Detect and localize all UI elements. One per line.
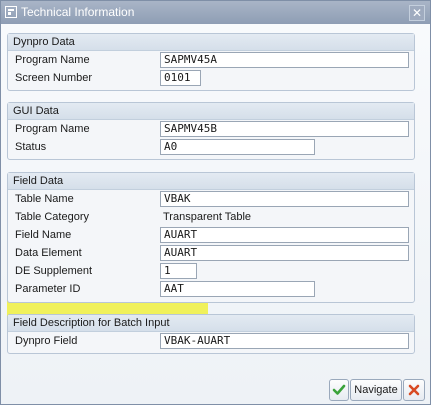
field-label: Dynpro Field [15, 335, 78, 347]
data-element-field[interactable]: AUART [160, 245, 409, 261]
status-field[interactable]: A0 [160, 139, 315, 155]
field-label: Parameter ID [15, 283, 81, 295]
field-row: Field Name AUART [8, 227, 414, 245]
field-row: Status A0 [8, 139, 414, 157]
navigate-button[interactable]: Navigate [350, 379, 402, 401]
field-label: Field Name [15, 229, 72, 241]
title-bar: Technical Information ✕ [1, 1, 430, 24]
group-header: Dynpro Data [8, 34, 414, 51]
window-icon [5, 6, 17, 18]
field-label: DE Supplement [15, 265, 93, 277]
field-data-group: Field Data Table Name VBAK Table Categor… [7, 172, 415, 303]
field-row: Parameter ID AAT [8, 281, 414, 299]
program-name-field[interactable]: SAPMV45A [160, 52, 409, 68]
table-name-field[interactable]: VBAK [160, 191, 409, 207]
de-supplement-field[interactable]: 1 [160, 263, 197, 279]
technical-information-dialog: Technical Information ✕ Dynpro Data Prog… [0, 0, 431, 405]
group-header: GUI Data [8, 103, 414, 120]
field-row: Program Name SAPMV45A [8, 52, 414, 70]
field-label: Screen Number [15, 72, 93, 84]
field-label: Program Name [15, 54, 90, 66]
screen-number-field[interactable]: 0101 [160, 70, 201, 86]
field-label: Table Category [15, 211, 89, 223]
window-title: Technical Information [21, 5, 135, 19]
field-row: Program Name SAPMV45B [8, 121, 414, 139]
field-row: Data Element AUART [8, 245, 414, 263]
group-header: Field Description for Batch Input [8, 315, 414, 332]
close-button[interactable]: ✕ [409, 5, 425, 21]
table-category-value: Transparent Table [163, 211, 252, 223]
field-label: Table Name [15, 193, 74, 205]
field-row: Dynpro Field VBAK-AUART [8, 333, 414, 351]
field-label: Data Element [15, 247, 82, 259]
checkmark-icon [332, 384, 346, 395]
field-label: Program Name [15, 123, 90, 135]
parameter-id-field[interactable]: AAT [160, 281, 315, 297]
dynpro-data-group: Dynpro Data Program Name SAPMV45A Screen… [7, 33, 415, 91]
group-header: Field Data [8, 173, 414, 190]
cancel-x-icon [408, 384, 420, 396]
confirm-button[interactable] [329, 379, 349, 401]
program-name-field[interactable]: SAPMV45B [160, 121, 409, 137]
field-name-field[interactable]: AUART [160, 227, 409, 243]
cancel-button[interactable] [403, 379, 425, 401]
field-row: Table Category Transparent Table [8, 209, 414, 227]
gui-data-group: GUI Data Program Name SAPMV45B Status A0 [7, 102, 415, 160]
field-row: DE Supplement 1 [8, 263, 414, 281]
field-row: Table Name VBAK [8, 191, 414, 209]
close-icon: ✕ [411, 6, 423, 20]
field-row: Screen Number 0101 [8, 70, 414, 88]
dialog-content: Dynpro Data Program Name SAPMV45A Screen… [1, 24, 430, 404]
dynpro-field-field[interactable]: VBAK-AUART [160, 333, 409, 349]
field-label: Status [15, 141, 47, 153]
batch-input-group: Field Description for Batch Input Dynpro… [7, 314, 415, 354]
